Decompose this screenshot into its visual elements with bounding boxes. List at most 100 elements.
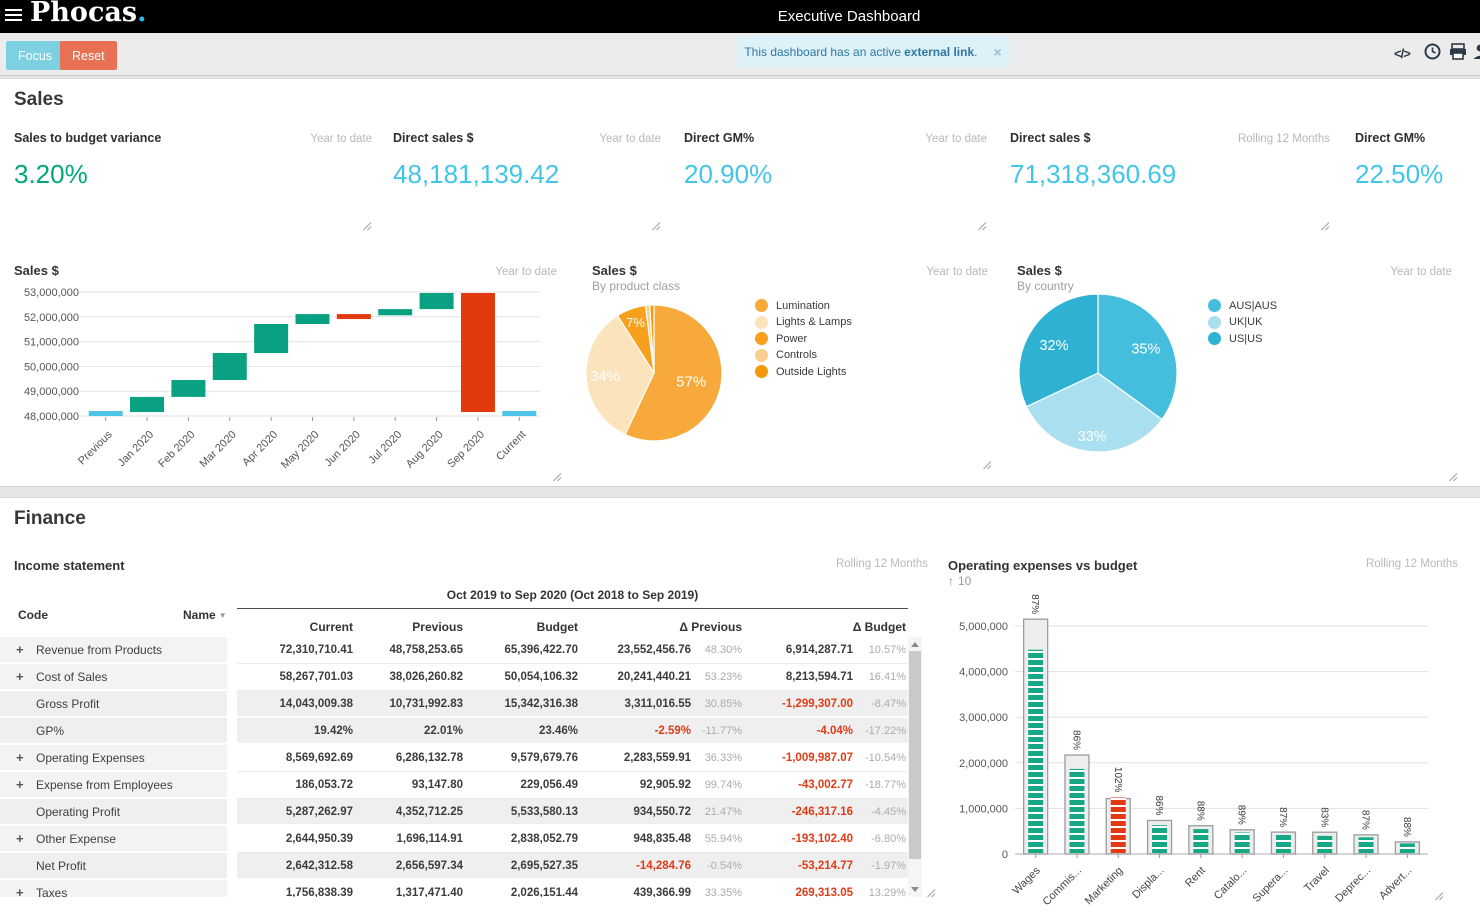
- clock-icon[interactable]: [1424, 43, 1441, 60]
- table-row-net-profit[interactable]: Net Profit2,642,312.582,656,597.342,695,…: [0, 853, 908, 880]
- legend-item-lumination[interactable]: Lumination: [755, 299, 852, 312]
- actual-bar-advert-[interactable]: [1400, 843, 1415, 853]
- resize-handle[interactable]: [1432, 889, 1444, 901]
- kpi-direct-sales-ytd[interactable]: Direct sales $Year to date 48,181,139.42: [393, 131, 661, 231]
- cell-delta-budget: 6,914,287.71: [744, 644, 855, 656]
- scrollbar-thumb[interactable]: [909, 651, 921, 859]
- waterfall-bar-jun-2020[interactable]: [337, 314, 371, 319]
- waterfall-bar-mar-2020[interactable]: [213, 353, 247, 380]
- actual-bar-rent[interactable]: [1193, 829, 1208, 853]
- expand-icon[interactable]: +: [16, 750, 24, 765]
- legend-item-us-us[interactable]: US|US: [1208, 332, 1277, 345]
- waterfall-bar-feb-2020[interactable]: [171, 380, 205, 397]
- code-icon[interactable]: </>: [1394, 46, 1410, 61]
- actual-bar-marketing[interactable]: [1111, 797, 1126, 853]
- kpi-title: Sales to budget variance: [14, 131, 161, 145]
- actual-bar-catalo-[interactable]: [1235, 832, 1250, 853]
- col-delta-previous[interactable]: Δ Previous: [580, 620, 744, 634]
- phocas-logo[interactable]: Phocas.: [30, 0, 146, 28]
- table-row-gp-[interactable]: GP%19.42%22.01%23.46%-2.59%-11.77%-4.04%…: [0, 718, 908, 745]
- actual-bar-commis-[interactable]: [1069, 769, 1084, 853]
- legend-item-uk-uk[interactable]: UK|UK: [1208, 316, 1277, 329]
- svg-text:0: 0: [1002, 849, 1008, 861]
- waterfall-bar-aug-2020[interactable]: [420, 293, 454, 309]
- col-budget[interactable]: Budget: [465, 620, 580, 634]
- kpi-direct-sales-r12[interactable]: Direct sales $Rolling 12 Months 71,318,3…: [1010, 131, 1330, 231]
- table-row-revenue-from-products[interactable]: +Revenue from Products72,310,710.4148,75…: [0, 637, 908, 664]
- legend-item-controls[interactable]: Controls: [755, 349, 852, 362]
- actual-bar-wages[interactable]: [1028, 650, 1043, 853]
- name-column-header[interactable]: Name▼: [183, 608, 227, 622]
- table-row-expense-from-employees[interactable]: +Expense from Employees186,053.7293,147.…: [0, 772, 908, 799]
- row-name: Revenue from Products: [36, 643, 162, 657]
- resize-handle[interactable]: [975, 219, 987, 231]
- expand-icon[interactable]: +: [16, 831, 24, 846]
- table-scrollbar[interactable]: [908, 637, 922, 897]
- kpi-direct-gm-r12[interactable]: Direct GM% 22.50%: [1355, 131, 1480, 231]
- waterfall-bar-current[interactable]: [502, 411, 536, 416]
- waterfall-bar-apr-2020[interactable]: [254, 324, 288, 353]
- legend-item-aus-aus[interactable]: AUS|AUS: [1208, 299, 1277, 312]
- svg-text:Previous: Previous: [76, 428, 115, 467]
- resize-handle[interactable]: [360, 219, 372, 231]
- col-current[interactable]: Current: [237, 620, 355, 634]
- table-row-cost-of-sales[interactable]: +Cost of Sales58,267,701.0338,026,260.82…: [0, 664, 908, 691]
- actual-bar-supera-[interactable]: [1276, 835, 1291, 853]
- kpi-direct-gm-ytd[interactable]: Direct GM%Year to date 20.90%: [684, 131, 987, 231]
- scroll-up-icon[interactable]: [911, 642, 919, 647]
- reset-button[interactable]: Reset: [60, 41, 117, 70]
- row-name: Cost of Sales: [36, 670, 107, 684]
- notification-close-icon[interactable]: ×: [993, 44, 1001, 60]
- waterfall-bar-may-2020[interactable]: [296, 314, 330, 324]
- resize-handle[interactable]: [550, 470, 562, 482]
- waterfall-bar-sep-2020[interactable]: [461, 293, 495, 412]
- resize-handle[interactable]: [1318, 219, 1330, 231]
- svg-text:Sep 2020: Sep 2020: [445, 429, 487, 471]
- kpi-sales-to-budget-variance[interactable]: Sales to budget varianceYear to date 3.2…: [14, 131, 372, 231]
- actual-bar-travel[interactable]: [1317, 836, 1332, 853]
- cell-delta-budget-pct: -8.47%: [855, 698, 908, 710]
- opex-bar-chart[interactable]: 01,000,0002,000,0003,000,0004,000,0005,0…: [948, 590, 1480, 916]
- cell-budget: 50,054,106.32: [465, 671, 580, 683]
- svg-text:Commis...: Commis...: [1041, 865, 1084, 908]
- actual-bar-displa-[interactable]: [1152, 825, 1167, 853]
- cell-delta-previous: 92,905.92: [580, 779, 693, 791]
- table-row-gross-profit[interactable]: Gross Profit14,043,009.3810,731,992.8315…: [0, 691, 908, 718]
- table-row-operating-profit[interactable]: Operating Profit5,287,262.974,352,712.25…: [0, 799, 908, 826]
- legend-label: AUS|AUS: [1229, 300, 1277, 312]
- legend-item-lights-lamps[interactable]: Lights & Lamps: [755, 316, 852, 329]
- resize-handle[interactable]: [980, 458, 992, 470]
- country-pie-chart[interactable]: 35%33%32%: [1003, 259, 1480, 484]
- table-row-taxes[interactable]: +Taxes1,756,838.391,317,471.402,026,151.…: [0, 880, 908, 897]
- expand-icon[interactable]: +: [16, 777, 24, 792]
- print-icon[interactable]: [1449, 43, 1467, 60]
- expand-icon[interactable]: +: [16, 885, 24, 897]
- page-title: Executive Dashboard: [778, 8, 921, 25]
- resize-handle[interactable]: [649, 219, 661, 231]
- hamburger-menu-icon[interactable]: [5, 9, 22, 23]
- income-statement-card: Income statement Rolling 12 Months Code …: [0, 550, 940, 910]
- waterfall-bar-previous[interactable]: [89, 411, 123, 416]
- sales-waterfall-chart[interactable]: 48,000,00049,000,00050,000,00051,000,000…: [0, 259, 570, 484]
- cell-delta-previous: 2,283,559.91: [580, 752, 693, 764]
- resize-handle[interactable]: [924, 886, 936, 898]
- table-row-other-expense[interactable]: +Other Expense2,644,950.391,696,114.912,…: [0, 826, 908, 853]
- country-legend: AUS|AUS UK|UK US|US: [1208, 299, 1277, 349]
- scroll-down-icon[interactable]: [911, 887, 919, 892]
- col-delta-budget[interactable]: Δ Budget: [744, 620, 908, 634]
- waterfall-bar-jan-2020[interactable]: [130, 397, 164, 412]
- legend-item-power[interactable]: Power: [755, 332, 852, 345]
- code-column-header[interactable]: Code: [18, 608, 48, 622]
- waterfall-bar-jul-2020[interactable]: [378, 309, 412, 315]
- col-previous[interactable]: Previous: [355, 620, 465, 634]
- focus-button[interactable]: Focus: [6, 41, 64, 70]
- expand-icon[interactable]: +: [16, 669, 24, 684]
- cell-current: 8,569,692.69: [237, 752, 355, 764]
- table-row-operating-expenses[interactable]: +Operating Expenses8,569,692.696,286,132…: [0, 745, 908, 772]
- svg-text:48,000,000: 48,000,000: [24, 411, 79, 423]
- expand-icon[interactable]: +: [16, 642, 24, 657]
- resize-handle[interactable]: [1446, 470, 1458, 482]
- user-icon[interactable]: [1472, 43, 1480, 60]
- legend-item-outside-lights[interactable]: Outside Lights: [755, 365, 852, 378]
- actual-bar-deprec-[interactable]: [1359, 837, 1374, 853]
